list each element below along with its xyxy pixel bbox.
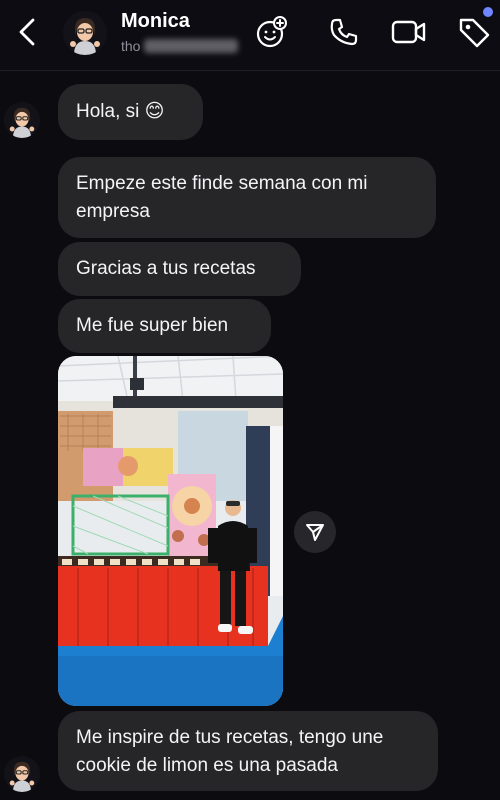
back-chevron-icon <box>19 18 35 46</box>
contact-avatar[interactable] <box>63 11 107 55</box>
sticker-icon <box>256 16 287 48</box>
message-text: Empeze este finde semana con mi empresa <box>76 173 368 222</box>
phone-icon <box>330 18 358 46</box>
message-bubble[interactable]: Me inspire de tus recetas, tengo une coo… <box>58 711 438 791</box>
video-icon <box>391 20 426 44</box>
share-button[interactable] <box>294 511 336 553</box>
sender-avatar[interactable] <box>4 756 40 792</box>
message-bubble[interactable]: Hola, si 😊 <box>58 84 203 140</box>
notification-dot <box>483 7 493 17</box>
message-text: Gracias a tus recetas <box>76 258 256 279</box>
send-icon <box>306 524 324 541</box>
stand-photo <box>58 356 283 706</box>
message-bubble[interactable]: Gracias a tus recetas <box>58 242 301 296</box>
back-button[interactable] <box>12 14 42 50</box>
sender-avatar[interactable] <box>4 102 40 138</box>
photo-message[interactable] <box>58 356 283 706</box>
chat-header: Monica tho <box>0 0 500 71</box>
call-button[interactable] <box>326 14 362 50</box>
contact-name[interactable]: Monica <box>121 10 190 33</box>
message-text: Me fue super bien <box>76 315 229 336</box>
tag-icon <box>459 18 490 48</box>
contact-handle: tho <box>121 38 141 54</box>
message-bubble[interactable]: Empeze este finde semana con mi empresa <box>58 157 436 238</box>
sticker-button[interactable] <box>253 14 289 50</box>
label-button[interactable] <box>456 14 492 50</box>
message-bubble[interactable]: Me fue super bien <box>58 299 271 353</box>
video-call-button[interactable] <box>391 14 427 50</box>
message-text: Me inspire de tus recetas, tengo une coo… <box>76 727 384 776</box>
message-text: Hola, si 😊 <box>76 101 165 122</box>
redacted-handle <box>144 39 238 53</box>
